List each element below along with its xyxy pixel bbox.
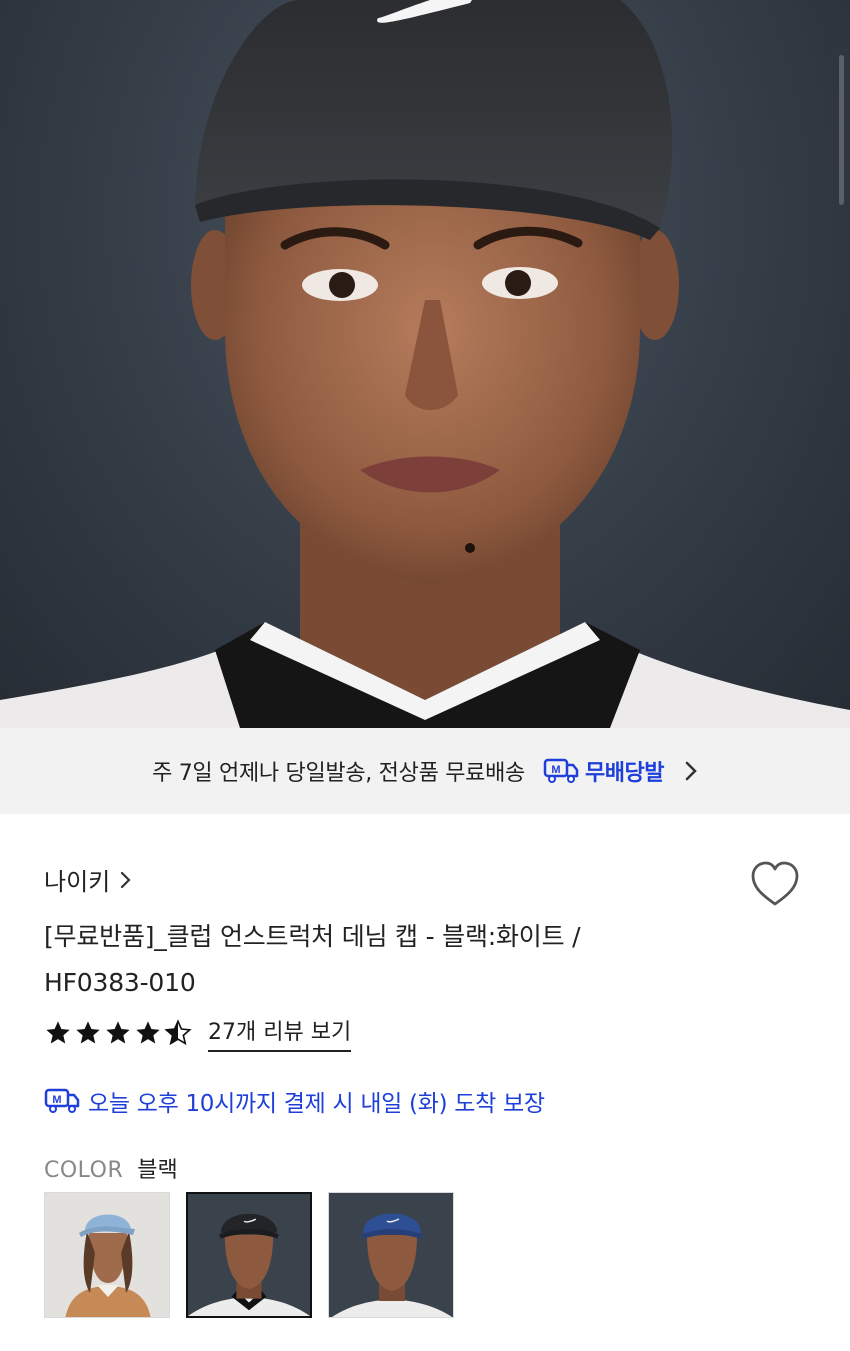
product-title: [무료반품]_클럽 언스트럭처 데님 캡 - 블랙:화이트 / HF0383-0…: [44, 914, 724, 1006]
color-value: 블랙: [137, 1158, 178, 1183]
delivery-guarantee: M 오늘 오후 10시까지 결제 시 내일 (화) 도착 보장: [44, 1084, 545, 1118]
color-label: COLOR: [44, 1158, 124, 1183]
swatch-image-black: [188, 1194, 310, 1316]
chevron-right-icon[interactable]: [684, 760, 698, 782]
brand-name: 나이키: [44, 868, 111, 896]
product-hero-image[interactable]: [0, 0, 850, 728]
rating-row: 27개 리뷰 보기: [44, 1014, 352, 1052]
star-full-icon: [76, 1021, 100, 1044]
star-full-icon: [106, 1021, 130, 1044]
color-swatches: [44, 1192, 454, 1318]
svg-text:M: M: [52, 1094, 61, 1106]
swatch-black[interactable]: [186, 1192, 312, 1318]
chevron-right-icon: [121, 871, 131, 888]
product-title-line2: HF0383-010: [44, 968, 196, 997]
delivery-banner[interactable]: 주 7일 언제나 당일발송, 전상품 무료배송 M 무배당발: [0, 728, 850, 814]
free-delivery-badge[interactable]: M 무배당발: [543, 755, 664, 787]
delivery-truck-icon: M: [543, 758, 579, 783]
swatch-light-blue[interactable]: [44, 1192, 170, 1318]
color-row: COLOR 블랙: [44, 1152, 178, 1184]
star-full-icon: [136, 1021, 160, 1044]
scrollbar[interactable]: [839, 55, 844, 205]
badge-label: 무배당발: [584, 761, 664, 786]
svg-text:M: M: [551, 764, 560, 776]
brand-link[interactable]: 나이키: [44, 862, 132, 897]
heart-icon[interactable]: [748, 858, 802, 912]
delivery-truck-icon: M: [44, 1088, 80, 1113]
star-half-icon: [164, 1019, 192, 1046]
model-portrait: [0, 0, 850, 728]
guarantee-text: 오늘 오후 10시까지 결제 시 내일 (화) 도착 보장: [88, 1091, 545, 1117]
review-link[interactable]: 27개 리뷰 보기: [208, 1014, 352, 1052]
star-rating: [44, 1019, 192, 1047]
swatch-navy-blue[interactable]: [328, 1192, 454, 1318]
product-title-line1: [무료반품]_클럽 언스트럭처 데님 캡 - 블랙:화이트 /: [44, 922, 581, 951]
banner-text: 주 7일 언제나 당일발송, 전상품 무료배송: [152, 761, 525, 786]
star-full-icon: [46, 1021, 70, 1044]
swatch-image-navy-blue: [329, 1193, 453, 1317]
swatch-image-light-blue: [45, 1193, 169, 1317]
